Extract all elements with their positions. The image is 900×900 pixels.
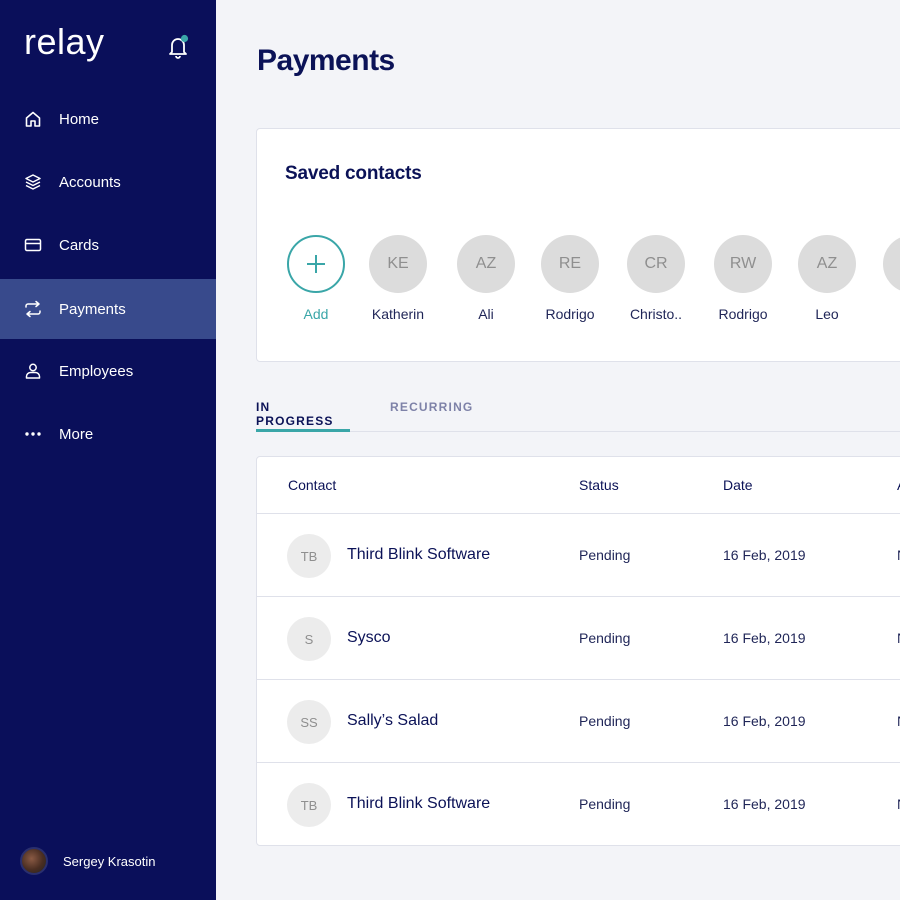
page-title: Payments [257,44,395,77]
plus-icon [287,235,345,293]
table-row[interactable]: TB Third Blink Software Pending 16 Feb, … [257,763,900,845]
table-row[interactable]: SS Sally’s Salad Pending 16 Feb, 2019 N [257,680,900,763]
add-contact-label: Add [303,306,329,322]
avatar: S [287,617,331,661]
transfer-icon [24,300,42,318]
contact-item[interactable]: AZ Leo [787,235,867,322]
layers-icon [24,173,42,191]
sidebar-item-more[interactable]: More [0,404,216,464]
row-date: 16 Feb, 2019 [723,630,806,646]
tab-in-progress[interactable]: IN PROGRESS [256,400,350,432]
row-status: Pending [579,630,631,646]
contact-item[interactable]: KE Katherin [358,235,438,322]
avatar: TB [287,783,331,827]
avatar: TB [287,534,331,578]
contact-item[interactable]: CR Christo.. [616,235,696,322]
contact-name: Leo [815,306,839,322]
payments-tabs: IN PROGRESS RECURRING [256,400,900,432]
contact-name: Ali [478,306,494,322]
contact-name: Rodrigo [545,306,595,322]
sidebar-item-label: More [59,425,94,443]
sidebar-item-label: Payments [59,300,126,318]
sidebar-item-cards[interactable]: Cards [0,215,216,275]
row-status: Pending [579,547,631,563]
column-header-date[interactable]: Date [723,477,753,493]
saved-contacts-card: Saved contacts Add KE Katherin AZ Ali RE… [256,128,900,362]
sidebar-item-employees[interactable]: Employees [0,341,216,401]
row-status: Pending [579,796,631,812]
payments-table: Contact Status Date A TB Third Blink Sof… [256,456,900,846]
sidebar-item-label: Cards [59,236,100,254]
contact-name: Christo.. [629,306,683,322]
contact-avatar: KE [369,235,427,293]
sidebar-item-label: Home [59,110,100,128]
sidebar-item-payments[interactable]: Payments [0,279,216,339]
row-date: 16 Feb, 2019 [723,713,806,729]
user-profile[interactable]: Sergey Krasotin [20,847,156,875]
contact-item[interactable]: AZ Ali [446,235,526,322]
sidebar: relay Home Accounts Cards Payments Emplo… [0,0,216,900]
user-icon [24,362,42,380]
row-contact-name: Sally’s Salad [347,712,439,729]
sidebar-item-label: Accounts [59,173,121,191]
contact-avatar: CR [627,235,685,293]
add-contact-button[interactable]: Add [276,235,356,322]
row-date: 16 Feb, 2019 [723,796,806,812]
avatar: SS [287,700,331,744]
row-status: Pending [579,713,631,729]
sidebar-item-home[interactable]: Home [0,89,216,149]
more-icon [24,425,42,443]
contact-item[interactable]: M [872,235,900,322]
relay-logo[interactable]: relay [24,24,105,60]
contact-avatar [883,235,900,293]
contact-name: Rodrigo [718,306,768,322]
tab-recurring[interactable]: RECURRING [390,400,473,432]
user-name: Sergey Krasotin [63,853,156,869]
bell-icon[interactable] [166,34,190,60]
sidebar-item-label: Employees [59,362,134,380]
contact-name: M [872,306,900,322]
saved-contacts-title: Saved contacts [285,163,422,184]
avatar [20,847,48,875]
row-contact-name: Sysco [347,629,391,646]
table-row[interactable]: TB Third Blink Software Pending 16 Feb, … [257,514,900,597]
home-icon [24,110,42,128]
card-icon [24,236,42,254]
column-header-contact[interactable]: Contact [288,477,336,493]
row-contact-name: Third Blink Software [347,795,491,812]
column-header-status[interactable]: Status [579,477,619,493]
contact-avatar: AZ [798,235,856,293]
contact-avatar: AZ [457,235,515,293]
row-contact-name: Third Blink Software [347,546,491,563]
row-date: 16 Feb, 2019 [723,547,806,563]
contact-item[interactable]: RE Rodrigo [530,235,610,322]
sidebar-item-accounts[interactable]: Accounts [0,152,216,212]
contact-avatar: RW [714,235,772,293]
table-header: Contact Status Date A [257,457,900,514]
contact-item[interactable]: RW Rodrigo [703,235,783,322]
table-row[interactable]: S Sysco Pending 16 Feb, 2019 N [257,597,900,680]
contact-name: Katherin [371,306,425,322]
contact-avatar: RE [541,235,599,293]
